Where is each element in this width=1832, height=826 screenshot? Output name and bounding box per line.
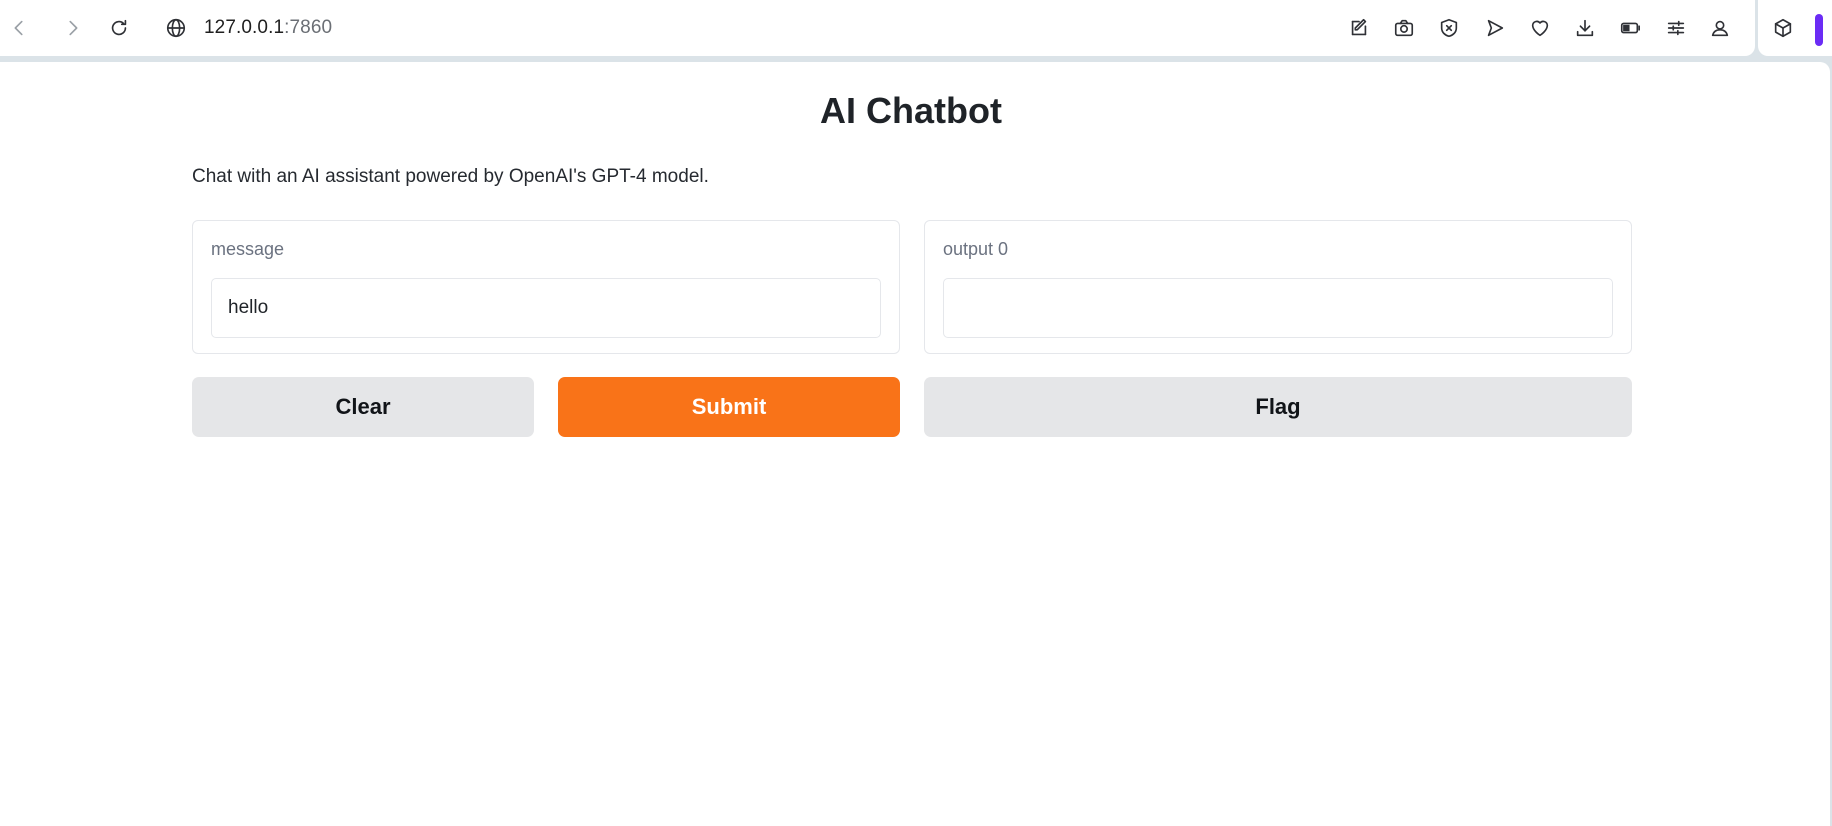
send-button[interactable] (1479, 12, 1511, 44)
flag-button[interactable]: Flag (924, 377, 1632, 437)
sliders-icon (1667, 20, 1685, 36)
downloads-button[interactable] (1569, 12, 1601, 44)
message-input[interactable]: hello (211, 278, 881, 338)
send-icon (1487, 19, 1504, 37)
forward-icon (69, 20, 78, 36)
url-text[interactable]: 127.0.0.1:7860 (204, 17, 332, 39)
address-bar[interactable]: 127.0.0.1:7860 (160, 12, 760, 44)
site-info-globe-icon (166, 18, 186, 38)
favorite-button[interactable] (1524, 12, 1556, 44)
heart-icon (1531, 20, 1549, 37)
download-icon (1576, 19, 1594, 37)
extension-cube-icon (1774, 18, 1792, 38)
edit-button[interactable] (1343, 12, 1375, 44)
shield-button[interactable] (1433, 12, 1465, 44)
output-panel: output 0 (924, 220, 1632, 354)
page-title: AI Chatbot (820, 90, 1002, 131)
url-port: :7860 (284, 17, 333, 38)
edit-icon (1351, 18, 1367, 36)
reload-button[interactable] (103, 12, 135, 44)
page-description: Chat with an AI assistant powered by Ope… (192, 166, 709, 187)
clear-button[interactable]: Clear (192, 377, 534, 437)
profile-button[interactable] (1704, 12, 1736, 44)
output-label: output 0 (943, 239, 1009, 259)
browser-chrome: 127.0.0.1:7860 (0, 0, 1832, 56)
site-info-button[interactable] (160, 12, 192, 44)
message-label: message (211, 239, 285, 259)
back-icon (14, 20, 23, 36)
forward-button[interactable] (57, 12, 89, 44)
extensions-toolbar (1758, 0, 1832, 56)
extensions-button[interactable] (1767, 12, 1799, 44)
profile-icon (1711, 20, 1729, 37)
url-host: 127.0.0.1 (204, 17, 285, 38)
battery-saver-button[interactable] (1614, 12, 1646, 44)
shield-x-icon (1440, 18, 1458, 38)
battery-toggle-icon (1620, 22, 1640, 34)
output-field[interactable] (943, 278, 1613, 338)
message-input-panel: message hello (192, 220, 900, 354)
submit-button[interactable]: Submit (558, 377, 900, 437)
screenshot-button[interactable] (1388, 12, 1420, 44)
customize-button[interactable] (1660, 12, 1692, 44)
back-button[interactable] (3, 12, 35, 44)
reload-icon (111, 19, 127, 36)
browser-toolbar: 127.0.0.1:7860 (0, 0, 1755, 56)
app-page: AI Chatbot Chat with an AI assistant pow… (0, 62, 1830, 826)
camera-icon (1394, 19, 1414, 37)
sidebar-accent-tab[interactable] (1815, 14, 1823, 46)
